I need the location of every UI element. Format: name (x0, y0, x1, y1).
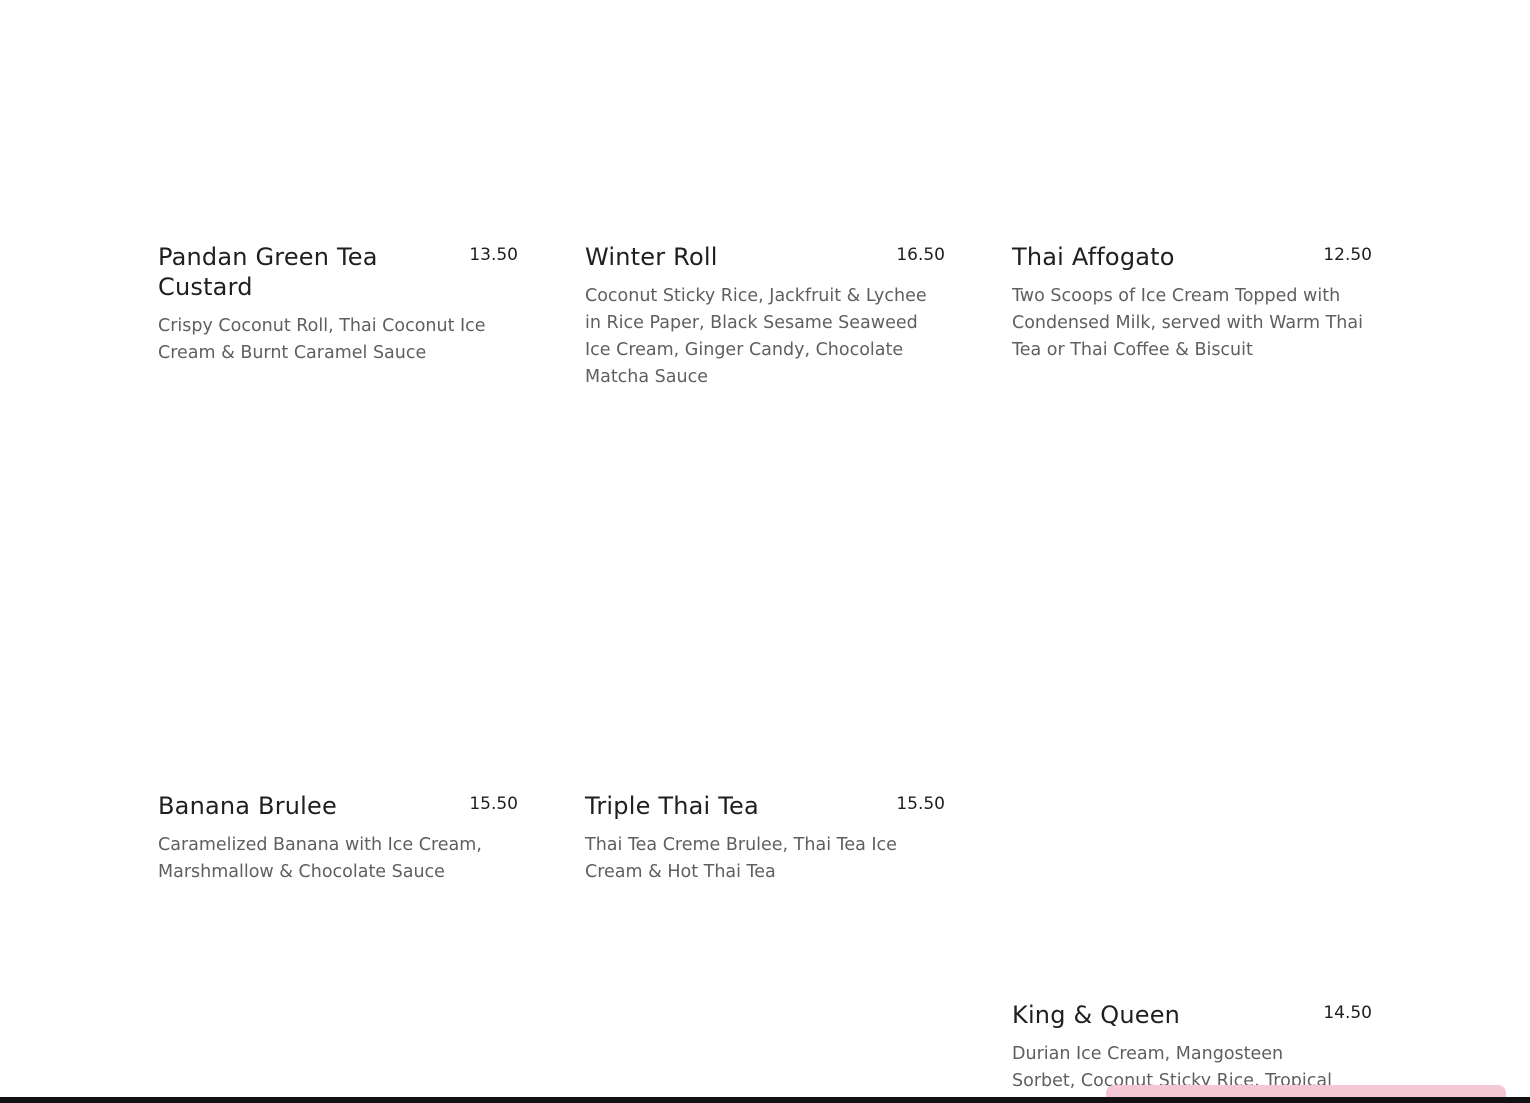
menu-item-name: Pandan Green Tea Custard (158, 243, 378, 301)
menu-item: Triple Thai Tea 15.50 Thai Tea Creme Bru… (585, 791, 945, 886)
menu-item-price: 12.50 (1323, 245, 1372, 265)
menu-item: Pandan Green Tea Custard 13.50 Crispy Co… (158, 242, 518, 367)
menu-item-description: Caramelized Banana with Ice Cream, Marsh… (158, 835, 482, 882)
menu-item-name: Winter Roll (585, 243, 718, 271)
menu-item-price: 14.50 (1323, 1003, 1372, 1023)
menu-item-price: 13.50 (469, 245, 518, 265)
menu-item-description: Thai Tea Creme Brulee, Thai Tea Ice Crea… (585, 835, 897, 882)
menu-item-name: Triple Thai Tea (585, 792, 759, 820)
menu-item-description: Coconut Sticky Rice, Jackfruit & Lychee … (585, 286, 927, 387)
menu-item: Banana Brulee 15.50 Caramelized Banana w… (158, 791, 518, 886)
menu-page: Pandan Green Tea Custard 13.50 Crispy Co… (0, 0, 1530, 1103)
menu-item-name: Banana Brulee (158, 792, 337, 820)
menu-item-header: Banana Brulee 15.50 (158, 791, 518, 821)
menu-item-description: Two Scoops of Ice Cream Topped with Cond… (1012, 286, 1363, 360)
menu-item-header: King & Queen 14.50 (1012, 1000, 1372, 1030)
menu-item: Thai Affogato 12.50 Two Scoops of Ice Cr… (1012, 242, 1372, 364)
menu-item-header: Thai Affogato 12.50 (1012, 242, 1372, 272)
menu-item-price: 15.50 (896, 794, 945, 814)
menu-item-description: Crispy Coconut Roll, Thai Coconut Ice Cr… (158, 316, 486, 363)
menu-item-header: Winter Roll 16.50 (585, 242, 945, 272)
menu-item-price: 15.50 (469, 794, 518, 814)
menu-item: Winter Roll 16.50 Coconut Sticky Rice, J… (585, 242, 945, 391)
menu-item-price: 16.50 (896, 245, 945, 265)
menu-item-name: King & Queen (1012, 1001, 1181, 1029)
menu-item-name: Thai Affogato (1012, 243, 1175, 271)
menu-item: King & Queen 14.50 Durian Ice Cream, Man… (1012, 1000, 1372, 1095)
bottom-bar (0, 1097, 1530, 1103)
menu-item-header: Pandan Green Tea Custard 13.50 (158, 242, 518, 302)
menu-item-header: Triple Thai Tea 15.50 (585, 791, 945, 821)
